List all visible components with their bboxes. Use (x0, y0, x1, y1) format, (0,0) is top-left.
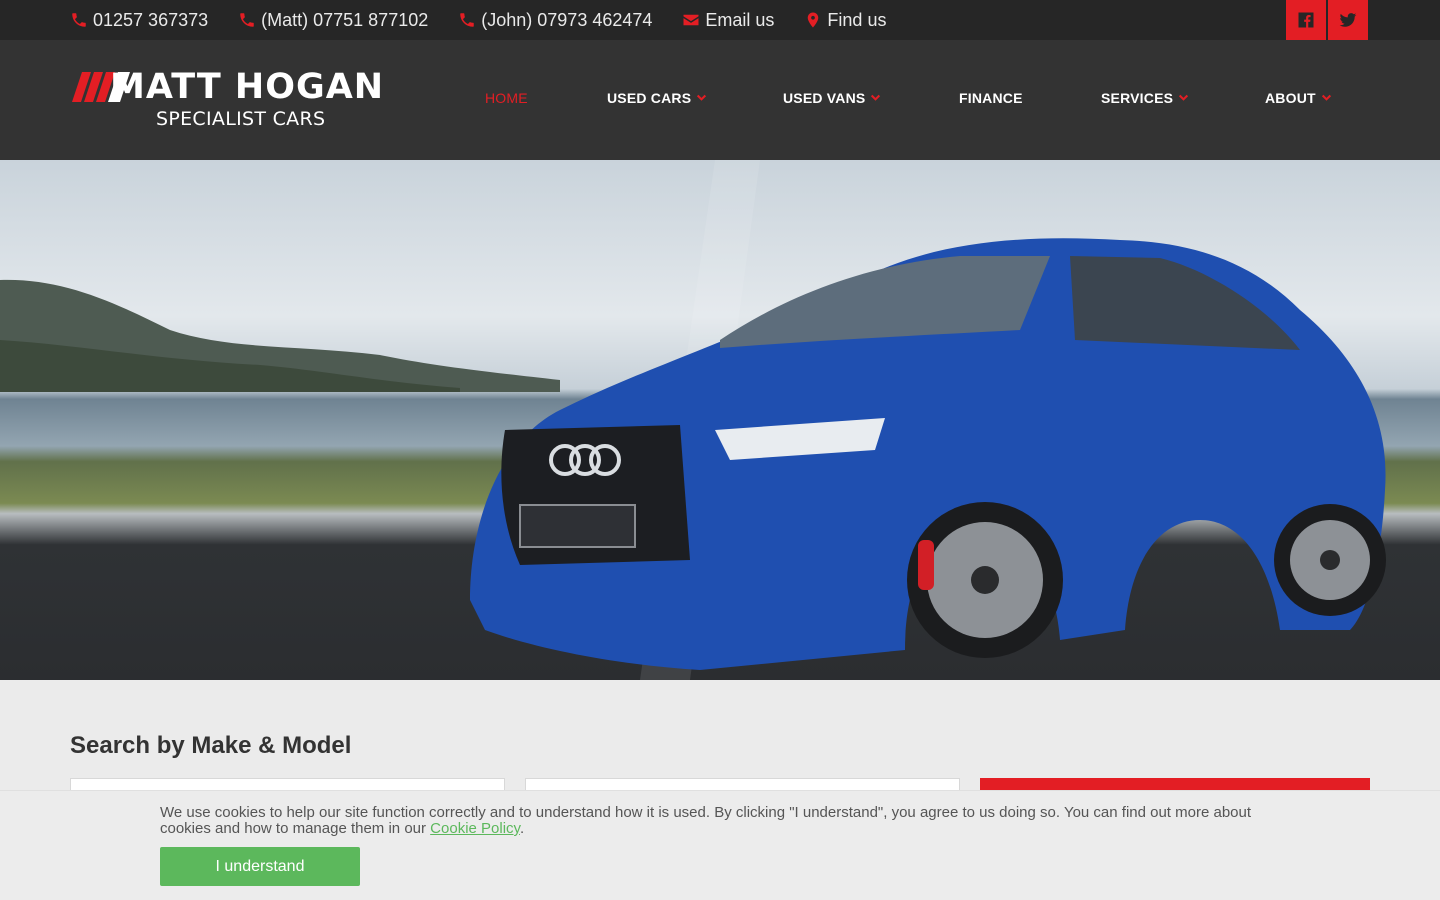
nav-used-vans-label: USED VANS (783, 90, 866, 106)
nav-services[interactable]: SERVICES (1101, 90, 1189, 106)
cookie-policy-link[interactable]: Cookie Policy (430, 820, 520, 837)
cookie-text-end: . (519, 820, 525, 837)
twitter-button[interactable] (1328, 0, 1368, 40)
nav-about[interactable]: ABOUT (1265, 90, 1332, 106)
email-us-link[interactable]: Email us (682, 10, 774, 31)
hero-car-image (0, 160, 1386, 680)
find-us-link[interactable]: Find us (804, 10, 886, 31)
nav-services-label: SERVICES (1101, 90, 1174, 106)
facebook-icon (1298, 12, 1314, 28)
phone-icon (240, 13, 254, 27)
phone-icon (72, 13, 86, 27)
phone-john-label: (John) 07973 462474 (481, 9, 653, 30)
cookie-accept-button[interactable]: I understand (160, 847, 360, 886)
phone-matt-link[interactable]: (Matt) 07751 877102 (238, 10, 428, 31)
find-us-label: Find us (827, 9, 887, 30)
hero-banner (0, 160, 1440, 680)
nav-home[interactable]: HOME (485, 90, 528, 106)
cookie-banner: We use cookies to help our site function… (0, 790, 1440, 900)
phone-matt-label: (Matt) 07751 877102 (261, 9, 429, 30)
nav-used-cars[interactable]: USED CARS (607, 90, 707, 106)
envelope-icon (683, 14, 699, 26)
chevron-down-icon (871, 94, 881, 101)
cookie-message: We use cookies to help our site function… (160, 805, 1280, 837)
chevron-down-icon (1179, 94, 1189, 101)
phone-main-label: 01257 367373 (93, 9, 209, 30)
twitter-icon (1339, 13, 1357, 27)
search-title: Search by Make & Model (70, 732, 352, 759)
facebook-button[interactable] (1286, 0, 1326, 40)
social-links (1284, 0, 1368, 40)
chevron-down-icon (697, 94, 707, 101)
nav-about-label: ABOUT (1265, 90, 1316, 106)
email-us-label: Email us (705, 9, 775, 30)
phone-icon (460, 13, 474, 27)
nav-used-cars-label: USED CARS (607, 90, 692, 106)
chevron-down-icon (1321, 94, 1331, 101)
top-contact-bar: 01257 367373 (Matt) 07751 877102 (John) … (0, 0, 1440, 40)
phone-main-link[interactable]: 01257 367373 (70, 10, 208, 31)
nav-home-label: HOME (485, 90, 528, 106)
nav-used-vans[interactable]: USED VANS (783, 90, 881, 106)
map-marker-icon (808, 12, 819, 28)
phone-john-link[interactable]: (John) 07973 462474 (458, 10, 652, 31)
nav-finance-label: FINANCE (959, 90, 1023, 106)
contact-list: 01257 367373 (Matt) 07751 877102 (John) … (70, 0, 916, 40)
cookie-text: We use cookies to help our site function… (160, 804, 1252, 837)
site-header: MATT HOGAN SPECIALIST CARS HOME USED CAR… (0, 40, 1440, 160)
main-nav: HOME USED CARS USED VANS FINANCE SERVICE… (0, 40, 1440, 160)
nav-finance[interactable]: FINANCE (959, 90, 1023, 106)
